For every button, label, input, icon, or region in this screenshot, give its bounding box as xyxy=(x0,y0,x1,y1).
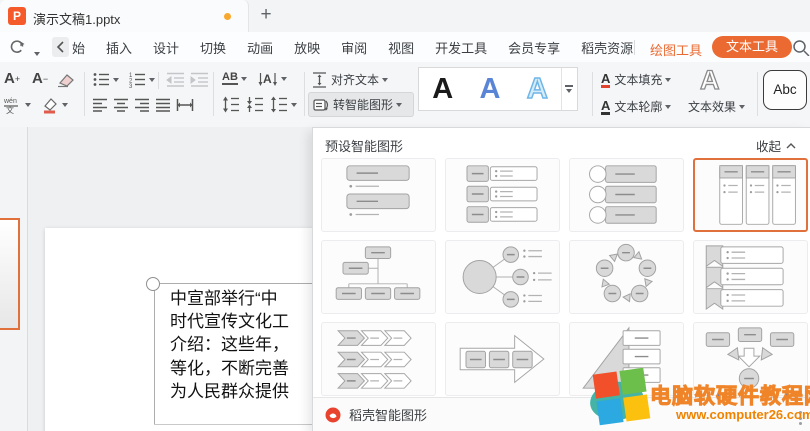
bullet-list-button[interactable] xyxy=(92,71,119,88)
smartart-thumb-column-list[interactable] xyxy=(693,158,808,232)
slide-text-box[interactable]: 中宣部举行“中 时代宣传文化工 介绍：这些年， 等化，不断完善 为人民群众提供 xyxy=(170,287,320,403)
docer-icon xyxy=(325,407,341,423)
menu-bar: 始 插入 设计 切换 动画 放映 审阅 视图 开发工具 会员专享 稻壳资源 绘图… xyxy=(0,32,810,62)
increase-line-spacing-icon[interactable] xyxy=(222,96,240,113)
menu-tab-transition[interactable]: 切换 xyxy=(200,38,226,57)
text-effects-button[interactable]: 文本效果 xyxy=(688,98,745,115)
text-effects-icon[interactable]: A xyxy=(700,66,720,94)
redo-dropdown-icon[interactable] xyxy=(31,43,40,61)
slide-text-line: 等化，不断完善 xyxy=(170,357,320,380)
smartart-panel-header: 预设智能图形 收起 xyxy=(313,128,810,158)
collapse-button[interactable]: 收起 xyxy=(756,136,796,155)
slide-text-line: 介绍：这些年， xyxy=(170,333,320,356)
text-outline-button[interactable]: A 文本轮廓 xyxy=(601,98,671,115)
smartart-thumb-triangle-list[interactable] xyxy=(569,322,684,396)
convert-to-smartart-button[interactable]: 转智能图形 xyxy=(308,92,414,117)
smartart-panel-title: 预设智能图形 xyxy=(325,136,403,155)
textbox-left-border xyxy=(154,283,155,425)
smartart-thumb-stacked-list[interactable] xyxy=(321,158,436,232)
search-icon[interactable] xyxy=(792,39,810,61)
menu-tab-text-tools-active[interactable]: 文本工具 xyxy=(712,36,792,58)
tab-bar: P 演示文稿1.pptx + xyxy=(0,0,810,33)
menu-tab-view[interactable]: 视图 xyxy=(388,38,414,57)
smartart-thumb-banner-list-rows[interactable] xyxy=(693,240,808,314)
textbox-resize-handle[interactable] xyxy=(146,277,160,291)
docer-smartart-footer[interactable]: 稻壳智能图形 xyxy=(313,397,810,431)
slide-thumbnails-panel[interactable] xyxy=(0,127,28,431)
menu-tab-design[interactable]: 设计 xyxy=(153,38,179,57)
decrease-line-spacing-icon[interactable] xyxy=(246,96,264,113)
smartart-thumb-radial-list[interactable] xyxy=(445,240,560,314)
smartart-thumb-converging-arrows[interactable] xyxy=(693,322,808,396)
slide-text-line: 时代宣传文化工 xyxy=(170,310,320,333)
smartart-thumb-cycle[interactable] xyxy=(569,240,684,314)
justify-icon[interactable] xyxy=(155,98,171,112)
align-text-button[interactable]: 对齐文本 xyxy=(312,71,388,88)
increase-indent-icon[interactable] xyxy=(190,71,209,88)
text-tools-ribbon: A+ A− wén文 123 xyxy=(0,62,810,128)
tabs-scroll-left-button[interactable] xyxy=(52,37,69,57)
smartart-thumb-arrow-process[interactable] xyxy=(445,322,560,396)
menu-tab-developer[interactable]: 开发工具 xyxy=(435,38,487,57)
wordart-style-black[interactable]: A xyxy=(419,68,466,110)
redo-icon[interactable] xyxy=(8,39,26,60)
wps-presentation-logo-icon: P xyxy=(8,7,26,25)
text-fill-button[interactable]: A 文本填充 xyxy=(601,71,671,88)
svg-text:wén: wén xyxy=(3,98,17,105)
highlighter-button[interactable] xyxy=(42,96,68,114)
decrease-indent-icon[interactable] xyxy=(166,71,185,88)
svg-text:文: 文 xyxy=(6,105,14,114)
align-left-icon[interactable] xyxy=(92,98,108,112)
ribbon-tabs: 始 插入 设计 切换 动画 放映 审阅 视图 开发工具 会员专享 稻壳资源 xyxy=(72,32,633,62)
smartart-thumb-org-chart[interactable] xyxy=(321,240,436,314)
distribute-text-icon[interactable] xyxy=(176,98,194,112)
line-spacing-button[interactable] xyxy=(270,96,297,113)
wordart-style-blue[interactable]: A xyxy=(466,68,513,110)
smartart-preset-panel: 预设智能图形 收起 xyxy=(312,127,810,431)
svg-text:3: 3 xyxy=(129,84,133,88)
document-tab-title: 演示文稿1.pptx xyxy=(33,9,120,28)
text-direction-button[interactable]: A xyxy=(258,70,287,88)
wordart-gallery-more-button[interactable] xyxy=(561,68,577,110)
decrease-font-size-button[interactable]: A− xyxy=(32,70,48,87)
svg-text:A: A xyxy=(263,72,272,86)
slide-text-line: 为人民群众提供 xyxy=(170,380,320,403)
wordart-style-outline[interactable]: A xyxy=(514,68,561,110)
menu-separator xyxy=(634,40,635,55)
menu-tab-insert[interactable]: 插入 xyxy=(106,38,132,57)
smartart-thumb-header-list-rows[interactable] xyxy=(445,158,560,232)
new-tab-button[interactable]: + xyxy=(254,3,278,27)
phonetic-guide-button[interactable]: wén文 xyxy=(2,96,31,114)
wps-presentation-window: P 演示文稿1.pptx + 始 插入 设计 切换 动画 放映 审阅 视图 开发… xyxy=(0,0,810,431)
menu-tab-drawing-tools[interactable]: 绘图工具 xyxy=(650,40,702,59)
align-center-icon[interactable] xyxy=(113,98,129,112)
more-options-icon[interactable] xyxy=(799,411,802,425)
slide-thumbnail-selected[interactable] xyxy=(0,218,20,330)
menu-tab-home[interactable]: 始 xyxy=(72,38,85,57)
increase-font-size-button[interactable]: A+ xyxy=(4,70,20,87)
wordart-style-gallery: A A A xyxy=(418,67,578,111)
menu-tab-review[interactable]: 审阅 xyxy=(341,38,367,57)
menu-tab-docer-resources[interactable]: 稻壳资源 xyxy=(581,38,633,57)
smartart-thumb-chevron-process-rows[interactable] xyxy=(321,322,436,396)
align-right-icon[interactable] xyxy=(134,98,150,112)
numbered-list-button[interactable]: 123 xyxy=(128,71,155,88)
unsaved-changes-dot-icon xyxy=(224,13,231,20)
slide-text-line: 中宣部举行“中 xyxy=(170,287,320,310)
menu-tab-animation[interactable]: 动画 xyxy=(247,38,273,57)
chevron-up-icon xyxy=(786,143,796,149)
smartart-thumb-circle-list-rows[interactable] xyxy=(569,158,684,232)
smartart-grid xyxy=(321,158,808,396)
textbox-top-border xyxy=(154,283,312,284)
textbox-bottom-border xyxy=(154,424,312,425)
clear-format-eraser-icon[interactable] xyxy=(56,71,75,88)
docer-smartart-label: 稻壳智能图形 xyxy=(349,405,427,424)
menu-tab-membership[interactable]: 会员专享 xyxy=(508,38,560,57)
abc-style-button[interactable]: Abc xyxy=(763,70,807,110)
document-tab[interactable]: P 演示文稿1.pptx xyxy=(0,0,249,32)
character-underline-button[interactable]: AB xyxy=(222,72,247,85)
menu-tab-slideshow[interactable]: 放映 xyxy=(294,38,320,57)
